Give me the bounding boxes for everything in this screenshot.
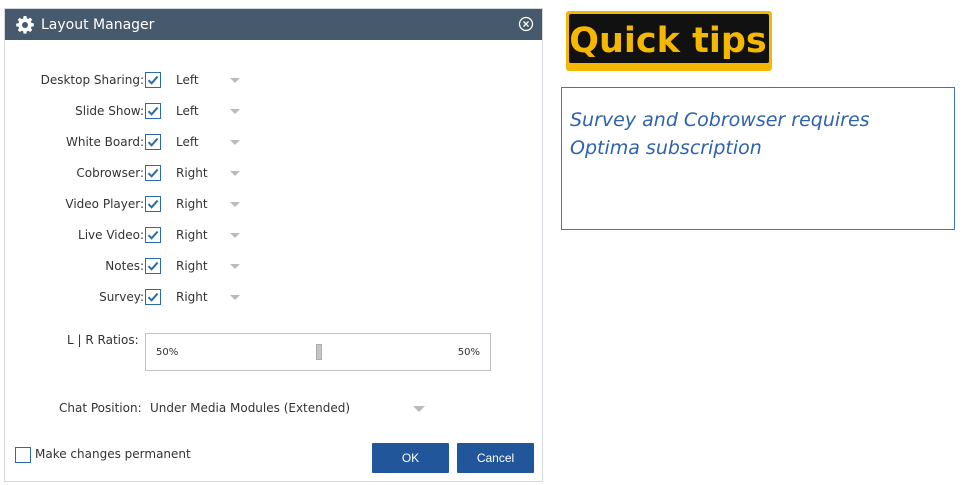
module-row: Notes: Right [5,257,305,277]
module-label: Video Player: [65,197,144,211]
module-checkbox[interactable] [145,258,161,274]
quick-tip-text: Survey and Cobrowser requires Optima sub… [570,106,940,162]
quick-tips-logo: Quick tips [566,11,772,71]
module-label: Notes: [105,259,144,273]
chevron-down-icon[interactable] [230,233,240,238]
checkmark-icon [147,168,159,178]
module-row: Slide Show: Left [5,102,305,122]
module-label: White Board: [65,135,144,149]
ratio-left-value: 50% [156,347,179,358]
chevron-down-icon[interactable] [413,406,425,412]
module-label: Desktop Sharing: [40,73,144,87]
chevron-down-icon[interactable] [230,264,240,269]
ok-button[interactable]: OK [372,443,449,473]
module-position-select[interactable]: Right [176,166,208,180]
module-row: Desktop Sharing: Left [5,71,305,91]
chevron-down-icon[interactable] [230,140,240,145]
ratio-slider[interactable]: 50% 50% [145,333,491,371]
module-row: Cobrowser: Right [5,164,305,184]
module-checkbox[interactable] [145,165,161,181]
module-label: Survey: [99,290,144,304]
module-position-select[interactable]: Right [176,259,208,273]
module-checkbox[interactable] [145,134,161,150]
module-position-select[interactable]: Right [176,290,208,304]
checkmark-icon [147,106,159,116]
cancel-button[interactable]: Cancel [457,443,534,473]
checkmark-icon [147,199,159,209]
checkmark-icon [147,75,159,85]
module-label: Slide Show: [75,104,144,118]
ratio-right-value: 50% [457,347,480,358]
quick-tip-line-2: Optima subscription [570,137,762,159]
module-checkbox[interactable] [145,103,161,119]
checkmark-icon [147,230,159,240]
module-checkbox[interactable] [145,227,161,243]
make-permanent-label[interactable]: Make changes permanent [35,447,191,461]
module-checkbox[interactable] [145,196,161,212]
checkmark-icon [147,137,159,147]
quick-tip-box: Survey and Cobrowser requires Optima sub… [561,87,955,230]
module-label: Cobrowser: [76,166,144,180]
ratio-label: L | R Ratios: [67,333,139,347]
chevron-down-icon[interactable] [230,202,240,207]
chat-position-select[interactable]: Under Media Modules (Extended) [150,401,350,415]
module-row: Live Video: Right [5,226,305,246]
chevron-down-icon[interactable] [230,109,240,114]
dialog-title: Layout Manager [41,16,155,33]
gear-icon [16,15,34,34]
make-permanent-checkbox[interactable] [15,447,31,463]
module-position-select[interactable]: Left [176,73,199,87]
module-checkbox[interactable] [145,72,161,88]
module-checkbox[interactable] [145,289,161,305]
chevron-down-icon[interactable] [230,171,240,176]
module-row: White Board: Left [5,133,305,153]
quick-tip-line-1: Survey and Cobrowser requires [570,109,870,131]
module-position-select[interactable]: Right [176,197,208,211]
module-position-select[interactable]: Right [176,228,208,242]
module-row: Survey: Right [5,288,305,308]
chevron-down-icon[interactable] [230,78,240,83]
layout-manager-dialog: Layout Manager Desktop Sharing: Left Slide… [4,8,543,482]
close-icon[interactable] [518,16,534,32]
checkmark-icon [147,292,159,302]
checkmark-icon [147,261,159,271]
module-position-select[interactable]: Left [176,104,199,118]
module-position-select[interactable]: Left [176,135,199,149]
module-label: Live Video: [78,228,144,242]
dialog-titlebar: Layout Manager [5,9,542,40]
chevron-down-icon[interactable] [230,295,240,300]
quick-tips-logo-text: Quick tips [569,21,767,61]
ratio-slider-handle[interactable] [316,344,322,360]
module-row: Video Player: Right [5,195,305,215]
chat-position-label: Chat Position: [59,401,142,415]
